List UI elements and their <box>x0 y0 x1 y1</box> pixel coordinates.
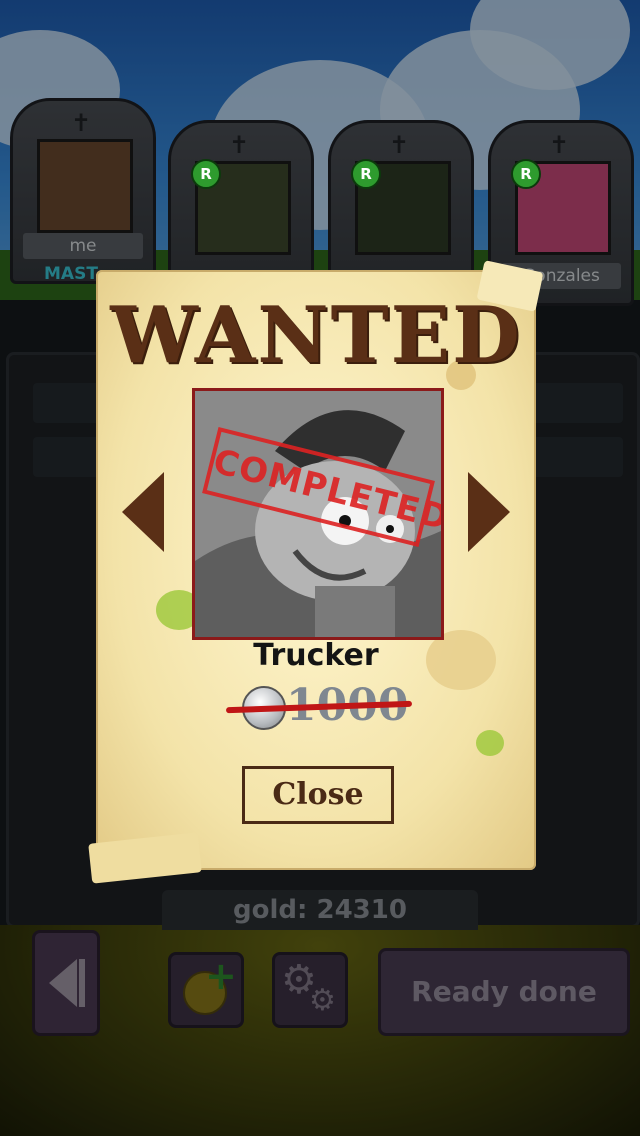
poster-title: WANTED <box>110 290 522 381</box>
ready-badge: R <box>351 159 381 189</box>
chevron-right-icon[interactable] <box>468 472 510 552</box>
ready-badge: R <box>191 159 221 189</box>
wanted-poster: WANTED COMPLETED Trucker 1000 Close <box>88 260 544 884</box>
character-portrait: COMPLETED <box>192 388 444 640</box>
ready-badge: R <box>511 159 541 189</box>
close-button[interactable]: Close <box>242 766 394 824</box>
character-name: Trucker <box>253 638 379 673</box>
chevron-left-icon[interactable] <box>122 472 164 552</box>
